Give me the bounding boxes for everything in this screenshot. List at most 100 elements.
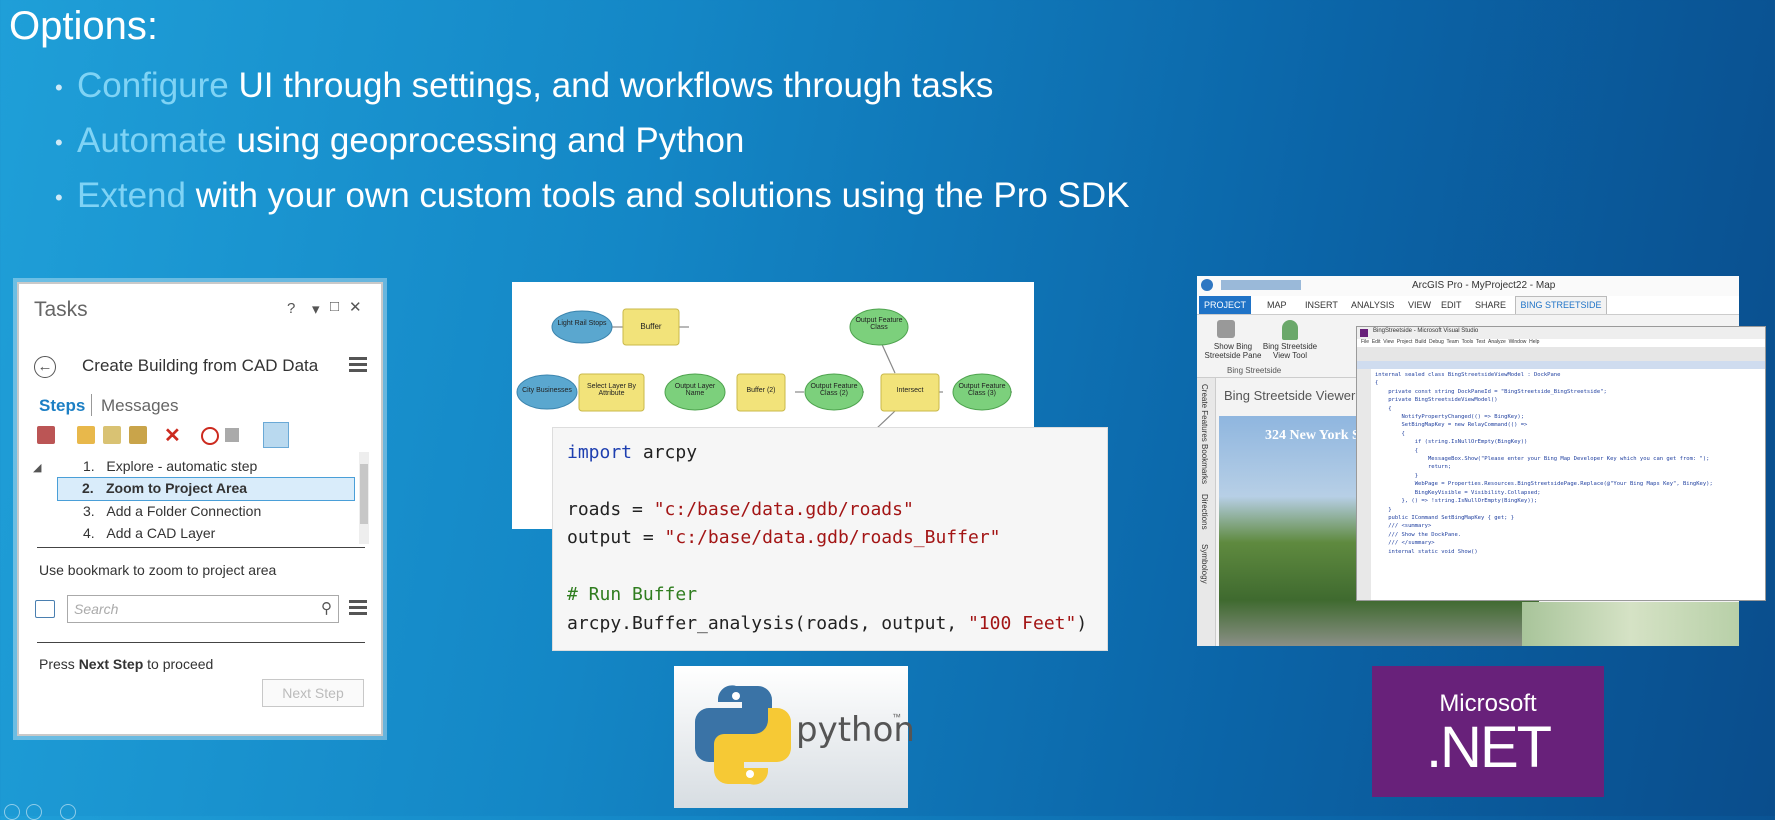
vs-menu-item[interactable]: Project bbox=[1397, 339, 1413, 345]
code-line: arcpy.Buffer_analysis(roads, output, "10… bbox=[567, 613, 1087, 634]
code-comment: # Run Buffer bbox=[567, 584, 698, 605]
vs-code-line: MessageBox.Show("Please enter your Bing … bbox=[1375, 456, 1710, 463]
streetside-pane-icon[interactable] bbox=[1217, 320, 1235, 338]
vs-code-line: if (string.IsNullOrEmpty(BingKey)) bbox=[1375, 439, 1528, 446]
vs-code-line: } bbox=[1375, 506, 1392, 513]
presenter-more-icon[interactable] bbox=[60, 804, 76, 820]
side-tab-create-features[interactable]: Create Features bbox=[1200, 384, 1209, 442]
open-folder-icon[interactable] bbox=[77, 426, 95, 444]
collapse-icon[interactable]: ◢ bbox=[33, 461, 41, 474]
tab-divider bbox=[91, 394, 92, 416]
code-text: arcpy bbox=[632, 442, 698, 463]
step-number: 4. bbox=[83, 525, 95, 541]
vs-menu-item[interactable]: Tools bbox=[1462, 339, 1474, 345]
step-item[interactable]: 4. Add a CAD Layer bbox=[83, 525, 215, 541]
vs-titlebar: BingStreetside - Microsoft Visual Studio bbox=[1357, 327, 1765, 339]
step-item-selected[interactable]: 2. Zoom to Project Area bbox=[57, 477, 355, 501]
edit-task-icon[interactable] bbox=[103, 426, 121, 444]
python-logo: python ™ bbox=[674, 666, 915, 808]
chevron-down-icon[interactable]: ▾ bbox=[312, 300, 320, 318]
vs-code-line: SetBingMapKey = new RelayCommand(() => bbox=[1375, 422, 1528, 429]
search-icon[interactable]: ⚲ bbox=[321, 599, 332, 617]
streetside-tool-icon[interactable] bbox=[1282, 320, 1298, 340]
stop-icon[interactable] bbox=[225, 428, 239, 442]
step-label: Add a Folder Connection bbox=[106, 503, 262, 519]
step-label: Zoom to Project Area bbox=[106, 480, 248, 496]
bing-view-tool-button[interactable]: Bing Streetside View Tool bbox=[1255, 342, 1325, 360]
bullet-automate: • Automate using geoprocessing and Python bbox=[55, 121, 744, 161]
step-item[interactable]: 3. Add a Folder Connection bbox=[83, 503, 261, 519]
bookmark-icon[interactable] bbox=[35, 600, 55, 618]
scrollbar-thumb[interactable] bbox=[360, 464, 368, 524]
vs-menu-item[interactable]: Help bbox=[1529, 339, 1539, 345]
close-icon[interactable]: ✕ bbox=[349, 298, 362, 316]
footer-bold: Next Step bbox=[78, 656, 144, 672]
delete-icon[interactable]: ✕ bbox=[164, 423, 181, 448]
tab-insert[interactable]: INSERT bbox=[1305, 300, 1338, 310]
vs-code-line: /// <summary> bbox=[1375, 523, 1432, 530]
footer-text: Press bbox=[39, 656, 79, 672]
tab-project[interactable]: PROJECT bbox=[1199, 296, 1251, 314]
tab-analysis[interactable]: ANALYSIS bbox=[1351, 300, 1394, 310]
vs-menu-item[interactable]: Build bbox=[1415, 339, 1426, 345]
vs-toolbar[interactable] bbox=[1357, 347, 1765, 361]
steps-scrollbar[interactable] bbox=[359, 452, 369, 544]
vs-editor-tabs[interactable] bbox=[1357, 361, 1765, 369]
label-buffer2: Buffer (2) bbox=[746, 387, 776, 394]
vs-menu-item[interactable]: Debug bbox=[1429, 339, 1444, 345]
code-string: "100 Feet" bbox=[967, 613, 1077, 634]
vs-menu-item[interactable]: Window bbox=[1509, 339, 1527, 345]
code-string: "c:/base/data.gdb/roads_Buffer" bbox=[664, 527, 1001, 548]
vs-menu-item[interactable]: Edit bbox=[1372, 339, 1381, 345]
step-number: 3. bbox=[83, 503, 95, 519]
presenter-back-icon[interactable] bbox=[4, 804, 20, 820]
vs-menu-item[interactable]: View bbox=[1383, 339, 1394, 345]
tab-steps[interactable]: Steps bbox=[39, 396, 85, 416]
bullet-configure: • Configure UI through settings, and work… bbox=[55, 66, 993, 106]
side-tab-directions[interactable]: Directions bbox=[1200, 494, 1209, 530]
tab-view[interactable]: VIEW bbox=[1408, 300, 1431, 310]
divider bbox=[37, 547, 365, 548]
vs-menu-item[interactable]: Team bbox=[1447, 339, 1459, 345]
tab-messages[interactable]: Messages bbox=[101, 396, 178, 416]
quick-access-toolbar[interactable] bbox=[1221, 280, 1301, 290]
dotnet-logo: Microsoft .NET bbox=[1372, 666, 1604, 797]
help-icon[interactable]: ? bbox=[287, 300, 295, 317]
vs-menubar: File Edit View Project Build Debug Team … bbox=[1361, 339, 1539, 345]
bullet-keyword: Automate bbox=[77, 121, 227, 160]
code-text: arcpy.Buffer_analysis(roads, output, bbox=[567, 613, 968, 634]
side-tab-symbology[interactable]: Symbology bbox=[1200, 544, 1209, 584]
vs-side-strip bbox=[1357, 369, 1371, 600]
vs-menu-item[interactable]: Test bbox=[1476, 339, 1485, 345]
bullet-dot: • bbox=[55, 74, 63, 100]
code-text: ) bbox=[1076, 613, 1088, 634]
step-label: Explore - automatic step bbox=[106, 458, 258, 474]
task-list-icon[interactable] bbox=[129, 426, 147, 444]
vs-code-editor[interactable]: internal sealed class BingStreetsideView… bbox=[1375, 371, 1761, 597]
record-icon[interactable] bbox=[201, 427, 219, 445]
code-line: import arcpy bbox=[567, 442, 697, 463]
vs-menu-item[interactable]: File bbox=[1361, 339, 1369, 345]
side-tab-bookmarks[interactable]: Bookmarks bbox=[1200, 444, 1209, 484]
search-input[interactable]: Search ⚲ bbox=[67, 595, 339, 623]
python-tm: ™ bbox=[892, 712, 901, 722]
menu-icon[interactable] bbox=[349, 357, 367, 372]
tab-map[interactable]: MAP bbox=[1267, 300, 1287, 310]
next-step-button[interactable]: Next Step bbox=[262, 679, 364, 707]
tab-share[interactable]: SHARE bbox=[1475, 300, 1506, 310]
label-output-fc3: Output Feature Class (3) bbox=[958, 383, 1006, 397]
tab-bing-streetside[interactable]: BING STREETSIDE bbox=[1515, 296, 1607, 314]
report-icon[interactable] bbox=[37, 426, 55, 444]
step-number: 1. bbox=[83, 458, 95, 474]
vs-menu-item[interactable]: Analyze bbox=[1488, 339, 1506, 345]
dotnet-net-text: .NET bbox=[1425, 715, 1552, 780]
maximize-icon[interactable]: □ bbox=[330, 298, 339, 315]
code-line: roads = "c:/base/data.gdb/roads" bbox=[567, 499, 914, 520]
task-designer-icon[interactable] bbox=[263, 422, 289, 448]
back-icon[interactable]: ← bbox=[34, 356, 56, 378]
presenter-zoom-icon[interactable] bbox=[26, 804, 42, 820]
tab-edit[interactable]: EDIT bbox=[1441, 300, 1462, 310]
label-light-rail: Light Rail Stops bbox=[557, 320, 607, 327]
options-menu-icon[interactable] bbox=[349, 600, 367, 615]
step-item[interactable]: 1. Explore - automatic step bbox=[83, 458, 257, 474]
